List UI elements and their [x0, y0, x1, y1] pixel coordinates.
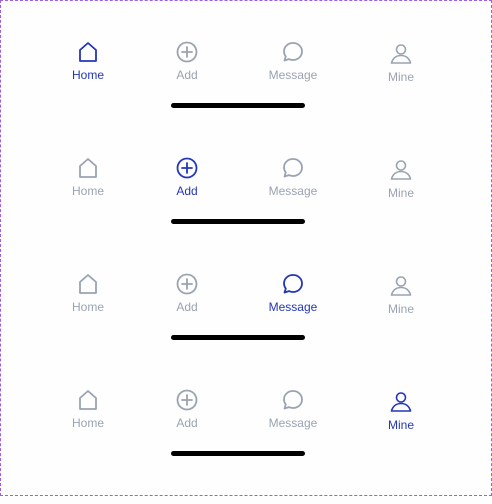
tab-bar: Home Add Message Mine — [0, 272, 492, 388]
message-bubble-icon — [281, 272, 305, 296]
tab-mine[interactable]: Mine — [341, 40, 461, 84]
tab-label: Message — [268, 68, 318, 82]
tab-label: Mine — [387, 418, 414, 432]
user-icon — [389, 390, 413, 414]
tab-label: Add — [176, 300, 198, 314]
tab-label: Home — [71, 416, 104, 430]
tab-add[interactable]: Add — [127, 272, 247, 314]
tab-label: Message — [268, 184, 318, 198]
user-icon — [389, 158, 413, 182]
tab-label: Home — [71, 184, 104, 198]
tab-bar: Home Add Message Mine — [0, 40, 492, 156]
tab-label: Message — [268, 416, 318, 430]
tab-label: Home — [71, 68, 104, 82]
tab-message[interactable]: Message — [233, 40, 353, 82]
tab-label: Add — [176, 184, 198, 198]
plus-circle-icon — [175, 272, 199, 296]
tab-mine-active[interactable]: Mine — [341, 388, 461, 432]
tab-message[interactable]: Message — [233, 156, 353, 198]
tab-message[interactable]: Message — [233, 388, 353, 430]
home-icon — [76, 156, 100, 180]
home-icon — [76, 388, 100, 412]
plus-circle-icon — [175, 156, 199, 180]
home-indicator — [171, 219, 305, 224]
plus-circle-icon — [175, 388, 199, 412]
plus-circle-icon — [175, 40, 199, 64]
tab-label: Mine — [387, 186, 414, 200]
tab-mine[interactable]: Mine — [341, 156, 461, 200]
tab-add[interactable]: Add — [127, 388, 247, 430]
tab-label: Mine — [387, 302, 414, 316]
user-icon — [389, 274, 413, 298]
tab-label: Message — [268, 300, 318, 314]
tab-message-active[interactable]: Message — [233, 272, 353, 314]
tab-label: Mine — [387, 70, 414, 84]
home-icon — [76, 40, 100, 64]
message-bubble-icon — [281, 388, 305, 412]
user-icon — [389, 42, 413, 66]
tab-bar: Home Add Message Mine — [0, 388, 492, 504]
tab-mine[interactable]: Mine — [341, 272, 461, 316]
tab-bar: Home Add Message Mine — [0, 156, 492, 272]
tab-add-active[interactable]: Add — [127, 156, 247, 198]
message-bubble-icon — [281, 156, 305, 180]
home-indicator — [171, 103, 305, 108]
home-indicator — [171, 335, 305, 340]
tab-add[interactable]: Add — [127, 40, 247, 82]
tab-label: Add — [176, 68, 198, 82]
tab-label: Add — [176, 416, 198, 430]
tab-label: Home — [71, 300, 104, 314]
home-icon — [76, 272, 100, 296]
message-bubble-icon — [281, 40, 305, 64]
home-indicator — [171, 451, 305, 456]
